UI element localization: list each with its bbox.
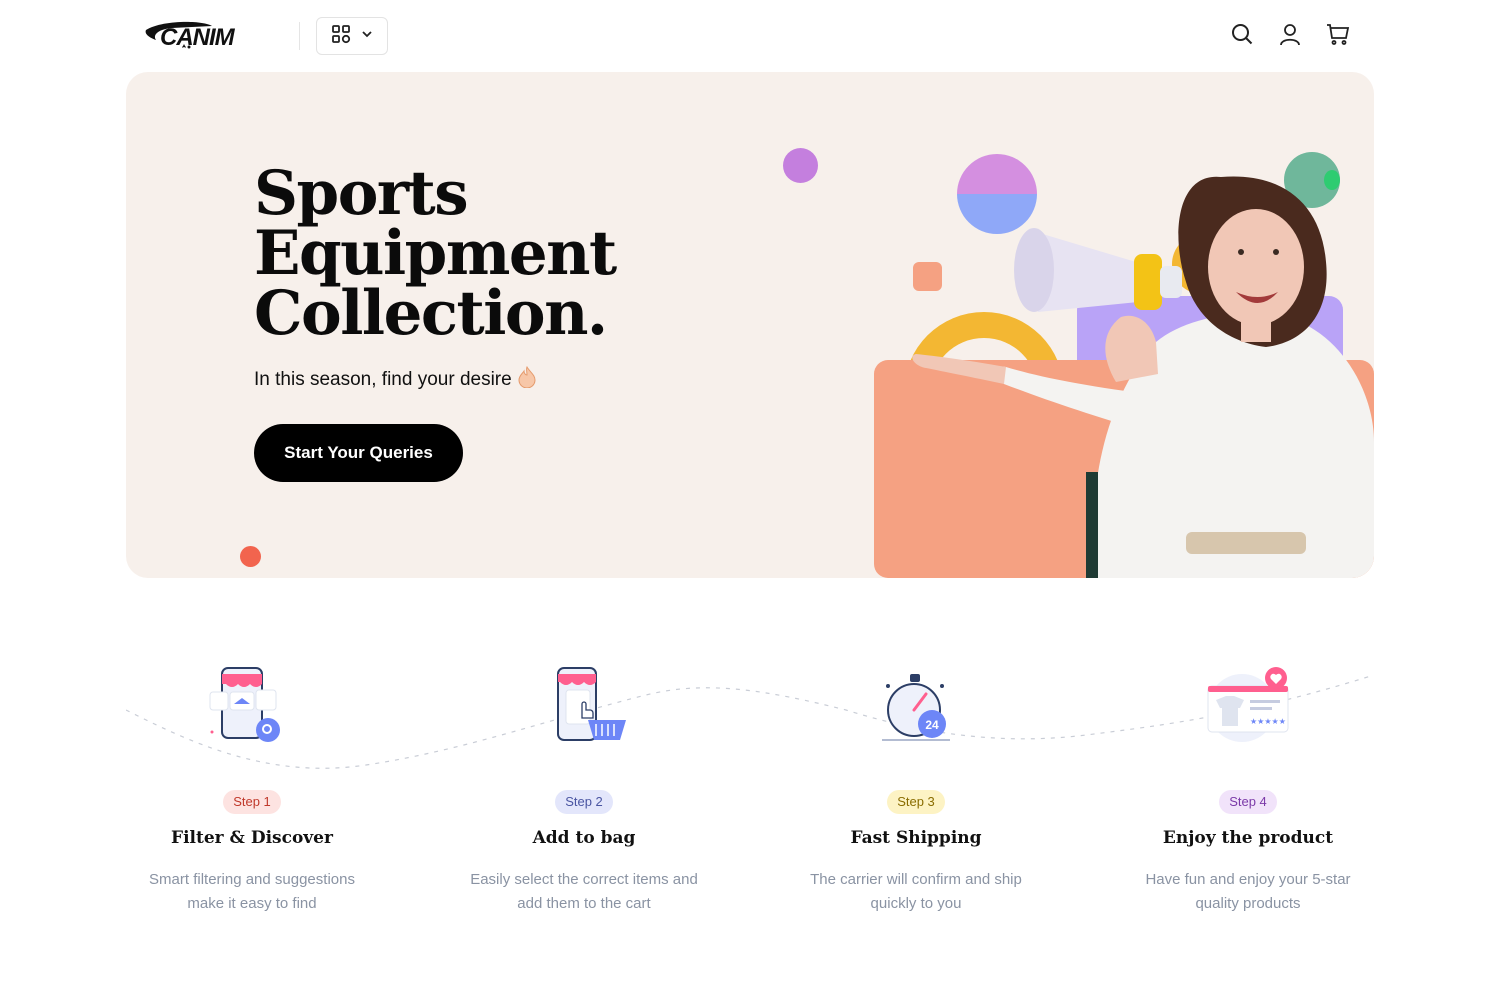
step-badge: Step 2 xyxy=(555,790,613,814)
search-icon xyxy=(1230,22,1254,51)
step-description: The carrier will confirm and ship quickl… xyxy=(810,871,1022,912)
site-header: CANIM xyxy=(0,0,1500,72)
hero-subtitle-text: In this season, find your desire xyxy=(254,369,512,390)
hero-title: Sports Equipment Collection. xyxy=(254,158,734,349)
step-description: Have fun and enjoy your 5-star quality p… xyxy=(1145,871,1351,912)
chevron-down-icon xyxy=(361,27,373,45)
step-title: Enjoy the product xyxy=(1162,828,1334,848)
model-with-megaphone-image xyxy=(886,142,1374,578)
step-badge: Step 1 xyxy=(223,790,281,814)
step-title: Add to bag xyxy=(532,828,636,848)
start-queries-button[interactable]: Start Your Queries xyxy=(254,424,463,482)
brand-logo[interactable]: CANIM xyxy=(142,18,284,54)
hero-title-line: Collection. xyxy=(254,278,608,349)
step-badge: Step 4 xyxy=(1219,790,1277,814)
hero-title-line: Sports xyxy=(254,158,469,229)
search-button[interactable] xyxy=(1228,22,1256,50)
step-card: Step 1 Filter & Discover Smart filtering… xyxy=(102,660,402,916)
decor-dot-red xyxy=(240,546,261,567)
step-card: ★★★★★ Step 4 Enjoy the product Have fun … xyxy=(1098,660,1398,916)
grid-icon xyxy=(331,24,351,49)
cart-button[interactable] xyxy=(1324,22,1352,50)
hero-subtitle: In this season, find your desire xyxy=(254,365,536,394)
svg-text:★★★★★: ★★★★★ xyxy=(1250,717,1286,726)
flame-icon xyxy=(518,365,536,394)
step-description: Easily select the correct items and add … xyxy=(470,871,698,912)
svg-text:CANIM: CANIM xyxy=(160,24,236,51)
user-icon xyxy=(1278,22,1302,51)
step-title: Filter & Discover xyxy=(171,828,333,848)
hero-title-line: Equipment xyxy=(254,218,617,289)
header-divider xyxy=(299,22,300,50)
phone-basket-icon xyxy=(534,660,634,750)
step-badge: Step 3 xyxy=(887,790,945,814)
categories-menu-button[interactable] xyxy=(316,17,388,55)
step-card: Step 2 Add to bag Easily select the corr… xyxy=(434,660,734,916)
step-description: Smart filtering and suggestions make it … xyxy=(149,871,355,912)
step-card: 24 Step 3 Fast Shipping The carrier will… xyxy=(766,660,1066,916)
product-review-icon: ★★★★★ xyxy=(1198,660,1298,750)
decor-dot-purple xyxy=(783,148,818,183)
cart-icon xyxy=(1326,22,1350,51)
svg-text:24: 24 xyxy=(925,718,939,732)
shop-search-icon xyxy=(202,660,302,750)
stopwatch-icon: 24 xyxy=(866,660,966,750)
account-button[interactable] xyxy=(1276,22,1304,50)
hero-banner: Sports Equipment Collection. In this sea… xyxy=(126,72,1374,578)
step-title: Fast Shipping xyxy=(850,828,982,848)
